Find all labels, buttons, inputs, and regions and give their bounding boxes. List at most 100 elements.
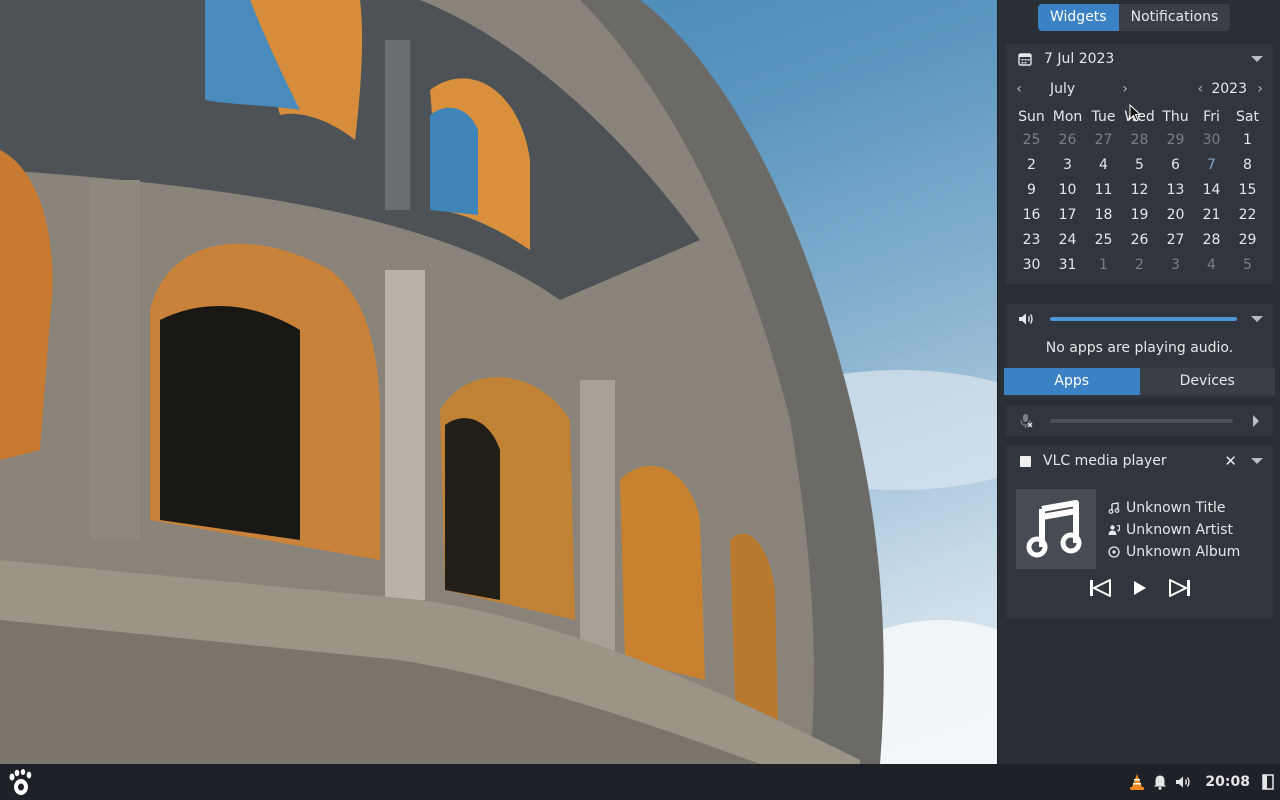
tab-devices[interactable]: Devices [1139,368,1275,395]
media-player-widget: VLC media player ✕ Unknown Title Unknown… [1006,446,1273,618]
vlc-icon[interactable] [1129,773,1145,791]
track-artist-row: Unknown Artist [1108,519,1240,541]
calendar-day[interactable]: 15 [1230,178,1266,203]
play-icon[interactable] [1133,580,1147,596]
calendar-day[interactable]: 22 [1230,203,1266,228]
clock[interactable]: 20:08 [1205,774,1250,790]
next-track-icon[interactable] [1168,579,1191,597]
weekday-header: Sat [1236,109,1259,125]
notification-bell-icon[interactable] [1153,774,1167,790]
microphone-widget [1006,406,1273,436]
calendar-day[interactable]: 20 [1158,203,1194,228]
calendar-day[interactable]: 11 [1086,178,1122,203]
no-audio-message: No apps are playing audio. [1045,340,1234,356]
calendar-day[interactable]: 6 [1158,153,1194,178]
calendar-day[interactable]: 29 [1230,228,1266,253]
calendar-day[interactable]: 18 [1086,203,1122,228]
calendar-day[interactable]: 5 [1122,153,1158,178]
calendar-day[interactable]: 30 [1194,128,1230,153]
system-tray: 20:08 [1129,773,1280,791]
media-body: Unknown Title Unknown Artist Unknown Alb… [1006,476,1273,569]
volume-header [1006,304,1273,334]
panel-toggle-icon[interactable] [1262,774,1274,790]
calendar-day[interactable]: 25 [1014,128,1050,153]
music-note-icon [1026,500,1082,558]
album-icon [1108,546,1120,558]
calendar-day[interactable]: 16 [1014,203,1050,228]
calendar-day[interactable]: 2 [1014,153,1050,178]
next-month-button[interactable]: › [1118,81,1132,97]
calendar-day[interactable]: 9 [1014,178,1050,203]
calendar-day[interactable]: 3 [1050,153,1086,178]
calendar-day[interactable]: 21 [1194,203,1230,228]
calendar-day[interactable]: 1 [1086,253,1122,278]
month-label: July [1050,81,1076,97]
music-note-icon [1108,502,1120,514]
microphone-slider[interactable] [1050,419,1233,423]
track-album-row: Unknown Album [1108,541,1240,563]
calendar-day[interactable]: 1 [1230,128,1266,153]
weekday-header: Thu [1162,109,1189,125]
calendar-day[interactable]: 3 [1158,253,1194,278]
calendar-date-label: 7 Jul 2023 [1044,51,1115,67]
colosseum-wallpaper-image [0,0,997,764]
tab-notifications[interactable]: Notifications [1118,4,1231,31]
calendar-day[interactable]: 14 [1194,178,1230,203]
next-year-button[interactable]: › [1253,81,1267,97]
weekday-header: Tue [1091,109,1116,125]
calendar-day[interactable]: 26 [1050,128,1086,153]
calendar-day[interactable]: 5 [1230,253,1266,278]
calendar-day[interactable]: 29 [1158,128,1194,153]
volume-tabs: Apps Devices [1004,368,1275,395]
app-menu-icon[interactable] [6,768,34,796]
calendar-day[interactable]: 27 [1086,128,1122,153]
calendar-day[interactable]: 31 [1050,253,1086,278]
weekday-header: Sun [1018,109,1045,125]
chevron-down-icon[interactable] [1251,316,1263,322]
calendar-day[interactable]: 17 [1050,203,1086,228]
tab-widgets[interactable]: Widgets [1038,4,1119,31]
calendar-day[interactable]: 7 [1194,153,1230,178]
close-icon[interactable]: ✕ [1224,452,1237,470]
calendar-day[interactable]: 19 [1122,203,1158,228]
track-metadata: Unknown Title Unknown Artist Unknown Alb… [1108,497,1240,569]
previous-track-icon[interactable] [1089,579,1111,597]
calendar-day[interactable]: 25 [1086,228,1122,253]
calendar-day[interactable]: 4 [1086,153,1122,178]
calendar-day[interactable]: 4 [1194,253,1230,278]
calendar-day[interactable]: 28 [1194,228,1230,253]
taskbar: 20:08 [0,764,1280,800]
volume-widget: No apps are playing audio. Apps Devices [1004,304,1275,398]
calendar-day[interactable]: 30 [1014,253,1050,278]
calendar-day[interactable]: 10 [1050,178,1086,203]
chevron-down-icon[interactable] [1251,458,1263,464]
calendar-day[interactable]: 8 [1230,153,1266,178]
calendar-day[interactable]: 13 [1158,178,1194,203]
media-controls [1006,579,1273,597]
prev-year-button[interactable]: ‹ [1193,81,1207,97]
weekday-header: Mon [1052,109,1083,125]
microphone-header [1006,406,1273,436]
volume-icon[interactable] [1175,775,1193,789]
weekday-header: Fri [1203,109,1220,125]
calendar-day[interactable]: 24 [1050,228,1086,253]
prev-month-button[interactable]: ‹ [1012,81,1026,97]
track-title-row: Unknown Title [1108,497,1240,519]
artist-icon [1108,524,1120,535]
calendar-day[interactable]: 2 [1122,253,1158,278]
chevron-down-icon[interactable] [1251,56,1263,62]
speaker-icon[interactable] [1018,312,1036,326]
calendar-day[interactable]: 12 [1122,178,1158,203]
calendar-day[interactable]: 28 [1122,128,1158,153]
track-title: Unknown Title [1126,500,1226,516]
calendar-day[interactable]: 27 [1158,228,1194,253]
calendar-day[interactable]: 23 [1014,228,1050,253]
volume-slider[interactable] [1050,317,1237,321]
mouse-pointer-icon [1129,103,1142,126]
calendar-header[interactable]: 7 Jul 2023 [1006,44,1273,74]
tab-apps[interactable]: Apps [1004,368,1140,395]
calendar-day[interactable]: 26 [1122,228,1158,253]
mic-muted-icon[interactable] [1018,413,1034,429]
expand-arrow-icon[interactable] [1253,415,1259,427]
year-label: 2023 [1211,81,1247,97]
